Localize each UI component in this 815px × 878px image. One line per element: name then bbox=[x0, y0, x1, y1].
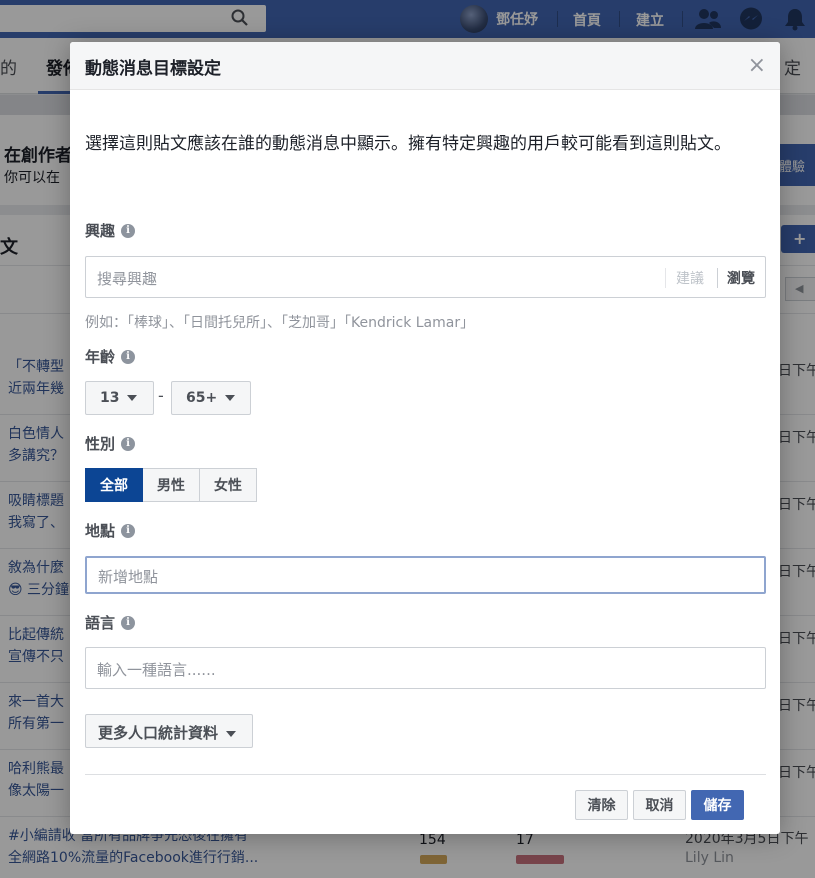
cancel-button[interactable]: 取消 bbox=[633, 790, 686, 820]
interests-placeholder: 搜尋興趣 bbox=[97, 270, 158, 288]
dialog-header: 動態消息目標設定 × bbox=[70, 42, 780, 90]
age-separator: - bbox=[158, 386, 164, 405]
browse-link[interactable]: 瀏覽 bbox=[717, 268, 755, 288]
dialog-title: 動態消息目標設定 bbox=[85, 59, 221, 79]
caret-down-icon bbox=[226, 730, 237, 737]
gender-label-text: 性別 bbox=[85, 435, 116, 453]
age-max-value: 65+ bbox=[186, 390, 218, 406]
interests-search-input[interactable]: 搜尋興趣 建議 瀏覽 bbox=[85, 256, 766, 298]
location-placeholder: 新增地點 bbox=[98, 568, 159, 586]
age-label: 年齡 i bbox=[85, 346, 136, 367]
gender-segmented-control: 全部 男性 女性 bbox=[85, 468, 257, 502]
gender-option-male[interactable]: 男性 bbox=[143, 468, 200, 502]
language-placeholder: 輸入一種語言...... bbox=[97, 661, 216, 679]
caret-down-icon bbox=[127, 395, 138, 401]
age-min-select[interactable]: 13 bbox=[85, 381, 154, 415]
close-icon[interactable]: × bbox=[748, 53, 766, 78]
dialog-description: 選擇這則貼文應該在誰的動態消息中顯示。擁有特定興趣的用戶較可能看到這則貼文。 bbox=[85, 134, 731, 154]
suggestions-link[interactable]: 建議 bbox=[665, 268, 704, 288]
gender-label: 性別 i bbox=[85, 433, 136, 454]
interests-example-hint: 例如：「棒球」、「日間托兒所」、「芝加哥」「Kendrick Lamar」 bbox=[85, 315, 475, 331]
language-label: 語言 i bbox=[85, 612, 136, 633]
location-input[interactable]: 新增地點 bbox=[85, 556, 766, 594]
gender-option-all[interactable]: 全部 bbox=[85, 468, 143, 502]
more-demographics-button[interactable]: 更多人口統計資料 bbox=[85, 714, 253, 748]
info-icon[interactable]: i bbox=[121, 349, 136, 364]
age-min-value: 13 bbox=[100, 390, 120, 406]
gender-option-female[interactable]: 女性 bbox=[200, 468, 257, 502]
location-label: 地點 i bbox=[85, 520, 136, 541]
news-feed-targeting-dialog: 動態消息目標設定 × 選擇這則貼文應該在誰的動態消息中顯示。擁有特定興趣的用戶較… bbox=[70, 42, 780, 834]
footer-divider bbox=[85, 774, 766, 775]
location-label-text: 地點 bbox=[85, 522, 116, 540]
language-label-text: 語言 bbox=[85, 614, 116, 632]
info-icon[interactable]: i bbox=[121, 523, 136, 538]
save-button[interactable]: 儲存 bbox=[691, 790, 744, 820]
info-icon[interactable]: i bbox=[121, 436, 136, 451]
info-icon[interactable]: i bbox=[121, 615, 136, 630]
age-label-text: 年齡 bbox=[85, 348, 116, 366]
language-input[interactable]: 輸入一種語言...... bbox=[85, 647, 766, 689]
more-demographics-label: 更多人口統計資料 bbox=[98, 724, 219, 742]
clear-button[interactable]: 清除 bbox=[575, 790, 628, 820]
interests-label: 興趣 i bbox=[85, 220, 136, 241]
age-max-select[interactable]: 65+ bbox=[171, 381, 251, 415]
interests-label-text: 興趣 bbox=[85, 222, 116, 240]
info-icon[interactable]: i bbox=[121, 223, 136, 238]
caret-down-icon bbox=[225, 395, 236, 401]
